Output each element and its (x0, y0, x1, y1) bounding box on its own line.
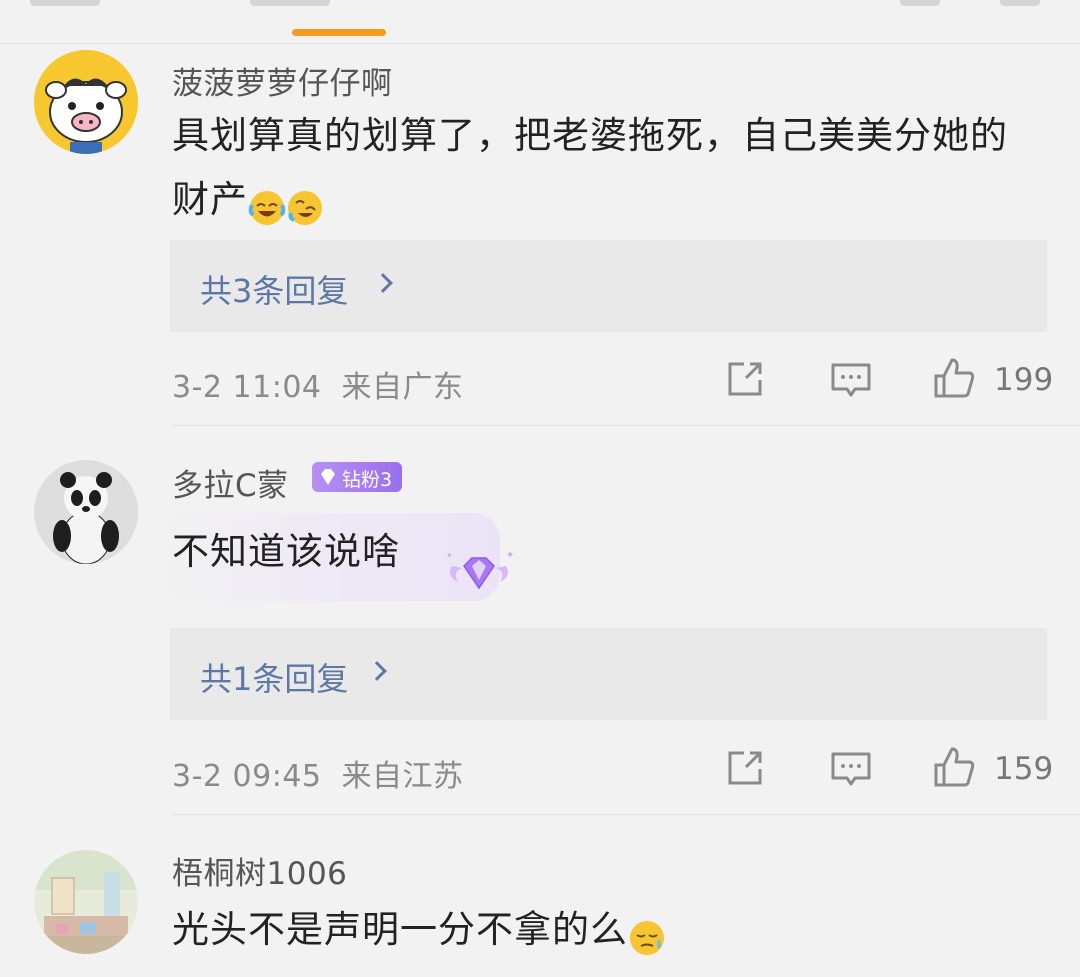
location: 来自广东 (341, 370, 464, 405)
tab-item-partial[interactable] (30, 0, 100, 6)
diamond-wings-icon: ✦ ✦ (444, 548, 514, 604)
timestamp: 3-2 09:45 (172, 759, 322, 794)
username[interactable]: 多拉C蒙 (172, 460, 289, 505)
view-replies-button[interactable]: 共1条回复 (170, 628, 1047, 720)
room-photo-avatar[interactable] (34, 850, 138, 954)
panda-avatar[interactable] (34, 460, 138, 564)
tab-bar (0, 0, 1080, 44)
cow-avatar[interactable] (34, 50, 138, 154)
comment-icon[interactable] (830, 360, 872, 402)
active-tab-indicator (292, 29, 386, 36)
comment-meta: 3-2 11:04 来自广东 (172, 362, 464, 406)
laughing-tears-emoji (248, 183, 286, 225)
comment-text-content: 光头不是声明一分不拿的么 (172, 908, 628, 951)
sweat-emoji (628, 913, 666, 955)
like-count: 159 (994, 751, 1054, 787)
rolling-laughing-emoji (286, 183, 324, 225)
diamond-icon (318, 467, 338, 491)
comment-text: 具划算真的划算了，把老婆拖死，自己美美分她的财产 (172, 104, 1032, 232)
tab-item-partial[interactable] (250, 0, 330, 6)
comment-text: 不知道该说啥 (172, 530, 400, 573)
like-icon[interactable] (932, 356, 975, 398)
svg-text:✦: ✦ (506, 550, 514, 561)
fan-level-badge[interactable]: 钻粉3 (312, 462, 402, 492)
svg-text:✦: ✦ (446, 551, 453, 560)
comment-icon[interactable] (830, 749, 872, 791)
comment-text: 光头不是声明一分不拿的么 (172, 898, 1032, 962)
username[interactable]: 菠菠萝萝仔仔啊 (172, 58, 393, 103)
view-replies-button[interactable]: 共3条回复 (170, 240, 1047, 332)
tab-item-partial[interactable] (1000, 0, 1040, 6)
replies-count-label: 共1条回复 (200, 660, 349, 698)
share-icon[interactable] (724, 358, 766, 400)
divider (172, 814, 1080, 815)
chevron-right-icon (367, 661, 387, 681)
chevron-right-icon (373, 273, 393, 293)
like-icon[interactable] (932, 745, 975, 787)
divider (172, 425, 1080, 426)
comment-meta: 3-2 09:45 来自江苏 (172, 751, 464, 795)
username[interactable]: 梧桐树1006 (172, 848, 347, 893)
badge-label: 钻粉3 (342, 469, 393, 491)
share-icon[interactable] (724, 747, 766, 789)
location: 来自江苏 (341, 759, 464, 794)
tab-item-partial[interactable] (900, 0, 940, 6)
like-count: 199 (994, 362, 1054, 398)
timestamp: 3-2 11:04 (172, 370, 322, 405)
replies-count-label: 共3条回复 (200, 272, 349, 310)
